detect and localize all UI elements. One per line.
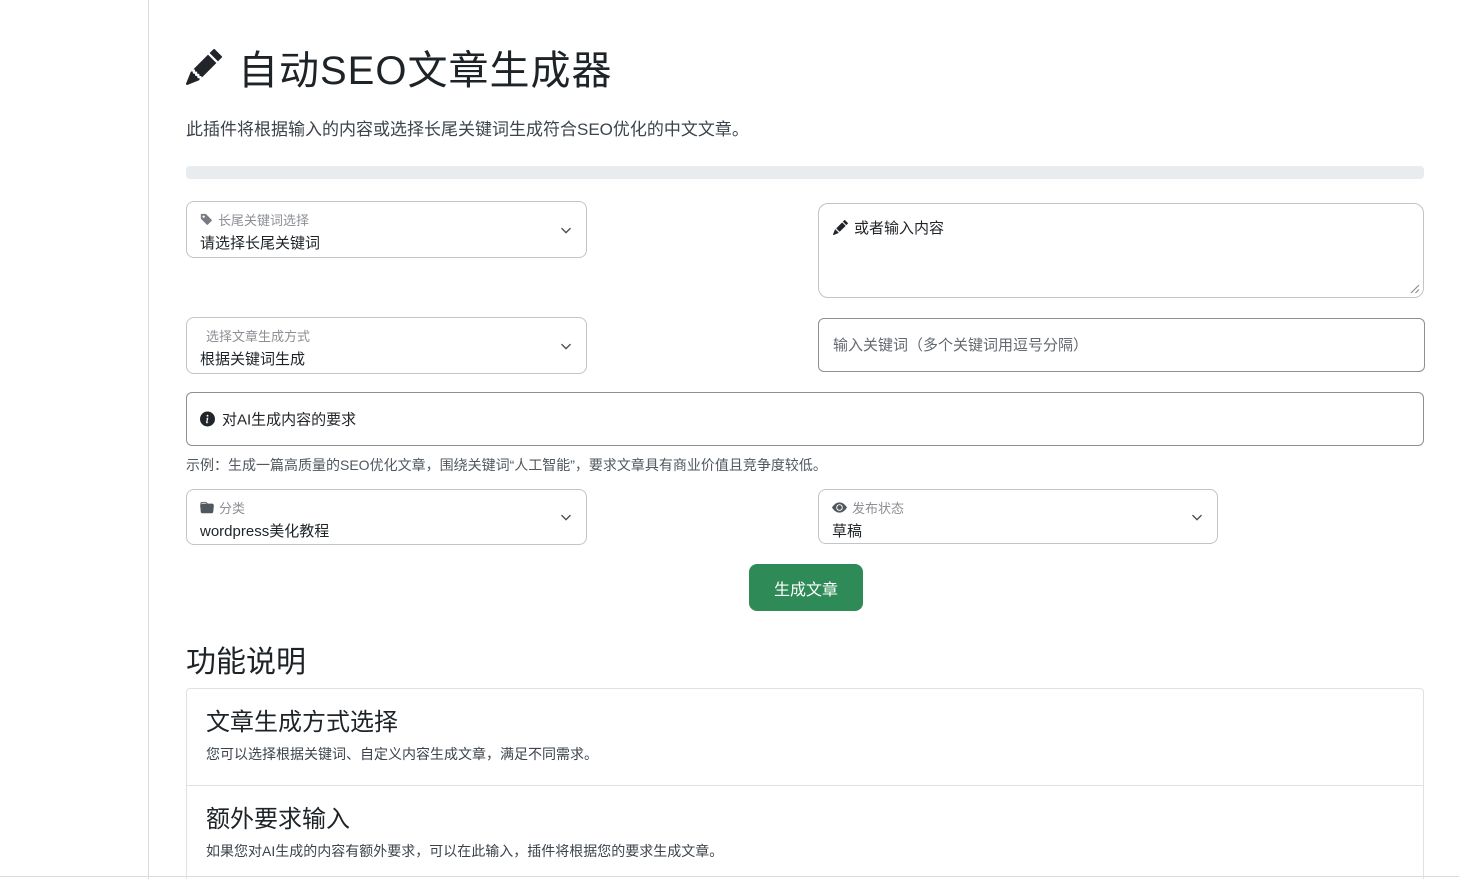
select-label: 发布状态 (852, 498, 904, 517)
select-value: 请选择长尾关键词 (200, 232, 550, 253)
bottom-divider (0, 876, 1459, 877)
longtail-keyword-select[interactable]: 长尾关键词选择 请选择长尾关键词 (186, 201, 587, 258)
select-label: 分类 (219, 498, 245, 517)
select-value: wordpress美化教程 (200, 520, 550, 541)
example-hint: 示例：生成一篇高质量的SEO优化文章，围绕关键词“人工智能”，要求文章具有商业价… (186, 455, 827, 475)
feature-title: 文章生成方式选择 (206, 702, 1404, 737)
feature-title: 额外要求输入 (206, 799, 1404, 834)
page-header: 自动SEO文章生成器 (186, 38, 612, 96)
main-content: 自动SEO文章生成器 此插件将根据输入的内容或选择长尾关键词生成符合SEO优化的… (186, 0, 1424, 879)
generate-button[interactable]: 生成文章 (749, 564, 863, 611)
content-textarea-wrap: 或者输入内容 (818, 203, 1424, 298)
tag-icon (200, 213, 213, 226)
feature-card: 额外要求输入 如果您对AI生成的内容有额外要求，可以在此输入，插件将根据您的要求… (187, 785, 1423, 879)
publish-status-select[interactable]: 发布状态 草稿 (818, 489, 1218, 544)
feature-desc: 您可以选择根据关键词、自定义内容生成文章，满足不同需求。 (206, 744, 1404, 764)
select-label: 长尾关键词选择 (218, 210, 309, 229)
chevron-down-icon (559, 340, 573, 352)
ai-requirement-wrap: 对AI生成内容的要求 (186, 392, 1424, 446)
eye-icon (832, 500, 847, 515)
folder-icon (200, 501, 214, 515)
content-textarea[interactable] (818, 203, 1424, 298)
feature-card: 文章生成方式选择 您可以选择根据关键词、自定义内容生成文章，满足不同需求。 (187, 689, 1423, 785)
select-value: 根据关键词生成 (200, 348, 550, 369)
features-heading: 功能说明 (186, 637, 306, 681)
feature-desc: 如果您对AI生成的内容有额外要求，可以在此输入，插件将根据您的要求生成文章。 (206, 841, 1404, 861)
page-title: 自动SEO文章生成器 (238, 38, 612, 96)
plugin-page: 自动SEO文章生成器 此插件将根据输入的内容或选择长尾关键词生成符合SEO优化的… (0, 0, 1459, 879)
feature-list: 文章生成方式选择 您可以选择根据关键词、自定义内容生成文章，满足不同需求。 额外… (186, 688, 1424, 879)
ai-requirement-input[interactable] (186, 392, 1424, 446)
chevron-down-icon (559, 511, 573, 523)
pencil-icon (186, 49, 222, 85)
left-content-divider (148, 0, 149, 879)
page-subtitle: 此插件将根据输入的内容或选择长尾关键词生成符合SEO优化的中文文章。 (186, 115, 749, 140)
progress-bar (186, 166, 1424, 179)
generation-method-select[interactable]: 选择文章生成方式 根据关键词生成 (186, 317, 587, 374)
keywords-input[interactable] (818, 318, 1425, 372)
chevron-down-icon (559, 224, 573, 236)
category-select[interactable]: 分类 wordpress美化教程 (186, 489, 587, 545)
resize-handle[interactable] (1409, 283, 1420, 294)
chevron-down-icon (1190, 511, 1204, 523)
select-value: 草稿 (832, 520, 1181, 541)
select-label: 选择文章生成方式 (206, 326, 310, 345)
